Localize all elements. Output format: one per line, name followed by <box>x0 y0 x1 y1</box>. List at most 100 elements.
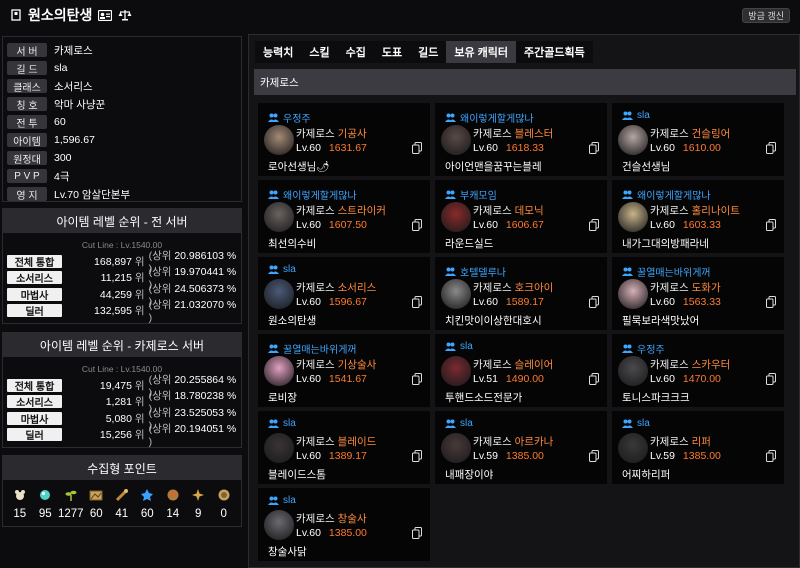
character-name[interactable]: 최선의수비 <box>268 236 316 251</box>
character-name[interactable]: 치킨맛이이상한대호시 <box>445 313 542 328</box>
character-card[interactable]: sla 카제로스 블레이드 Lv.60 1389.17 블레이드스톰 <box>258 411 430 484</box>
scale-icon[interactable] <box>118 9 132 21</box>
copy-icon[interactable] <box>766 219 776 231</box>
copy-icon[interactable] <box>589 142 599 154</box>
character-name[interactable]: 로비장 <box>268 390 297 405</box>
copy-icon[interactable] <box>589 219 599 231</box>
info-row: P V P 4극 <box>7 167 241 185</box>
collect-item[interactable]: 14 <box>160 488 186 520</box>
tab-6[interactable]: 보유 캐릭터 <box>446 41 517 63</box>
guild-members-icon <box>268 190 279 199</box>
tab-5[interactable]: 길드 <box>410 41 447 63</box>
collect-item[interactable]: 60 <box>135 488 161 520</box>
refresh-button[interactable]: 방금 갱신 <box>742 8 790 23</box>
copy-icon[interactable] <box>589 373 599 385</box>
guild-name: 우정주 <box>637 345 665 356</box>
guild-name: 왜이렇게할게많나 <box>283 191 357 202</box>
bookmark-icon[interactable] <box>10 9 22 21</box>
character-card[interactable]: 우정주 카제로스 스카우터 Lv.60 1470.00 토니스파크크크 <box>612 334 784 407</box>
guild-name: sla <box>283 495 296 506</box>
collect-item[interactable]: 9 <box>186 488 212 520</box>
character-job: 도화가 <box>691 282 721 294</box>
item-level: 1389.17 <box>328 450 367 462</box>
tab-7[interactable]: 주간골드획득 <box>516 41 593 63</box>
item-level: 1490.00 <box>505 373 544 385</box>
copy-icon[interactable] <box>589 450 599 462</box>
collect-item[interactable]: 1277 <box>58 488 84 520</box>
character-card[interactable]: sla 카제로스 리퍼 Lv.59 1385.00 어찌하리퍼 <box>612 411 784 484</box>
character-name[interactable]: 필묵보라색맛났어 <box>622 313 699 328</box>
character-class: 카제로스 슬레이어 <box>473 357 553 372</box>
copy-icon[interactable] <box>589 296 599 308</box>
character-card[interactable]: sla 카제로스 건슬링어 Lv.60 1610.00 건슬선생님 <box>612 103 784 176</box>
character-level: Lv.51 1490.00 <box>473 373 544 385</box>
character-job: 블레스터 <box>514 128 554 140</box>
character-card[interactable]: sla 카제로스 창술사 Lv.60 1385.00 창술사닭 <box>258 488 430 561</box>
tab-1[interactable]: 능력치 <box>255 41 302 63</box>
pct-value: 20.255864 % <box>174 373 237 386</box>
copy-icon[interactable] <box>766 142 776 154</box>
character-level: Lv.60 1618.33 <box>473 142 544 154</box>
character-job: 기상술사 <box>337 359 377 371</box>
rank-unit: 위 <box>134 429 145 442</box>
character-name[interactable]: 투핸드소드전문가 <box>445 390 522 405</box>
tab-2[interactable]: 스킬 <box>301 41 338 63</box>
character-name[interactable]: 로아선생님🌶 <box>268 159 330 174</box>
collect-item[interactable]: 41 <box>109 488 135 520</box>
combat-level: Lv.60 <box>296 450 321 462</box>
character-card[interactable]: 왜이렇게할게많나 카제로스 블레스터 Lv.60 1618.33 아이언맨을꿈꾸는블레 <box>435 103 607 176</box>
pct-suffix: ) <box>148 436 153 449</box>
rank-number: 15,256 <box>99 429 132 442</box>
character-card[interactable]: sla 카제로스 아르카나 Lv.59 1385.00 내패장이야 <box>435 411 607 484</box>
rank-label: 소서리스 <box>7 271 63 285</box>
copy-icon[interactable] <box>766 450 776 462</box>
tab-3[interactable]: 수집 <box>337 41 374 63</box>
collection-title: 수집형 포인트 <box>3 456 241 480</box>
character-job: 건슬링어 <box>691 128 731 140</box>
character-name[interactable]: 어찌하리퍼 <box>622 467 670 482</box>
character-name[interactable]: 건슬선생님 <box>622 159 670 174</box>
info-row: 클래스 소서리스 <box>7 77 241 95</box>
character-avatar <box>264 279 294 309</box>
character-card[interactable]: 꿀열매는바위게꺼 카제로스 도화가 Lv.60 1563.33 필묵보라색맛났어 <box>612 257 784 330</box>
copy-icon[interactable] <box>412 450 422 462</box>
guild-label: 부캐모임 <box>445 187 497 202</box>
voyage-item-icon <box>115 488 129 502</box>
character-job: 리퍼 <box>691 436 711 448</box>
character-name[interactable]: 블레이드스톰 <box>268 467 326 482</box>
character-name[interactable]: 라운드실드 <box>445 236 493 251</box>
character-card[interactable]: 부캐모임 카제로스 데모닉 Lv.60 1606.67 라운드실드 <box>435 180 607 253</box>
guild-members-icon <box>268 496 279 505</box>
info-value: sla <box>54 62 68 74</box>
character-name[interactable]: 내패장이야 <box>445 467 493 482</box>
collect-item[interactable]: 15 <box>7 488 33 520</box>
tab-4[interactable]: 도표 <box>373 41 411 63</box>
copy-icon[interactable] <box>766 373 776 385</box>
combat-level: Lv.60 <box>296 142 321 154</box>
collect-item[interactable]: 60 <box>84 488 110 520</box>
tab-bar: 능력치 스킬 수집 도표 길드 보유 캐릭터 주간골드획득 <box>255 41 593 63</box>
character-card[interactable]: sla 카제로스 슬레이어 Lv.51 1490.00 투핸드소드전문가 <box>435 334 607 407</box>
copy-icon[interactable] <box>412 373 422 385</box>
character-card[interactable]: 왜이렇게할게많나 카제로스 스트라이커 Lv.60 1607.50 최선의수비 <box>258 180 430 253</box>
collect-item[interactable]: 0 <box>211 488 237 520</box>
character-card[interactable]: 왜이렇게할게많나 카제로스 홀리나이트 Lv.60 1603.33 내가그대의방패라네 <box>612 180 784 253</box>
character-name[interactable]: 내가그대의방패라네 <box>622 236 709 251</box>
character-name[interactable]: 창술사닭 <box>268 544 307 559</box>
character-card[interactable]: 호텔델루나 카제로스 호크아이 Lv.60 1589.17 치킨맛이이상한대호시 <box>435 257 607 330</box>
character-name[interactable]: 원소의탄생 <box>268 313 316 328</box>
character-card[interactable]: 꿀열매는바위게꺼 카제로스 기상술사 Lv.60 1541.67 로비장 <box>258 334 430 407</box>
copy-icon[interactable] <box>412 296 422 308</box>
character-name[interactable]: 아이언맨을꿈꾸는블레 <box>445 159 542 174</box>
copy-icon[interactable] <box>766 296 776 308</box>
copy-icon[interactable] <box>412 527 422 539</box>
item-level: 1631.67 <box>328 142 367 154</box>
collect-item[interactable]: 95 <box>33 488 59 520</box>
character-card[interactable]: sla 카제로스 소서리스 Lv.60 1596.67 원소의탄생 <box>258 257 430 330</box>
character-name[interactable]: 토니스파크크크 <box>622 390 690 405</box>
id-card-icon[interactable] <box>98 9 113 21</box>
art-painting-icon <box>89 488 103 502</box>
copy-icon[interactable] <box>412 219 422 231</box>
copy-icon[interactable] <box>412 142 422 154</box>
character-card[interactable]: 우정주 카제로스 기공사 Lv.60 1631.67 로아선생님🌶 <box>258 103 430 176</box>
